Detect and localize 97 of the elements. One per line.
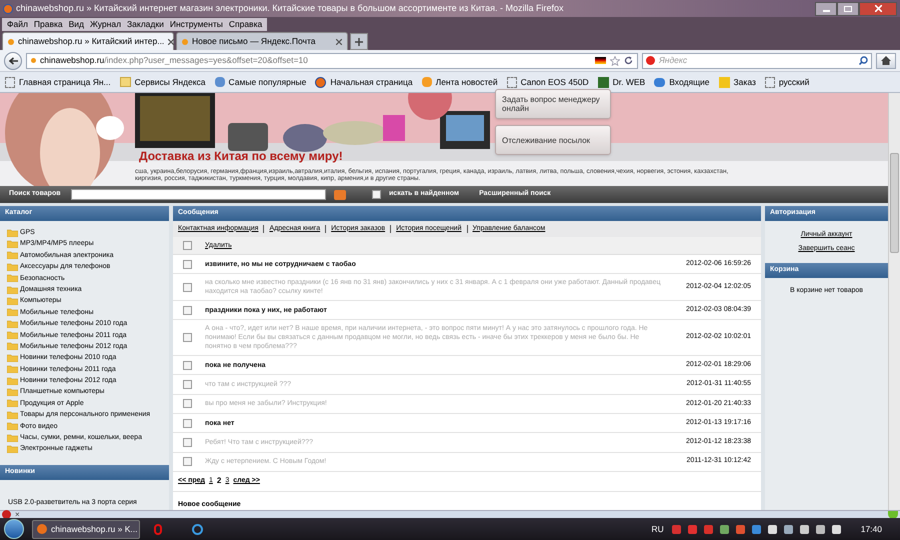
folder-icon xyxy=(7,434,18,442)
menu-item[interactable]: Справка xyxy=(226,18,266,30)
folder-icon xyxy=(7,410,18,419)
taskbar-button[interactable]: chinawebshop.ru » K... xyxy=(32,520,140,538)
folder-icon xyxy=(7,376,18,385)
favicon-icon xyxy=(8,38,14,44)
bookmark-link[interactable]: Входящие xyxy=(669,76,710,88)
reload-icon[interactable] xyxy=(624,56,633,65)
back-button[interactable] xyxy=(4,52,22,70)
close-button[interactable] xyxy=(859,2,897,16)
checkbox[interactable] xyxy=(183,282,192,292)
folder-icon xyxy=(7,444,18,453)
search-icon[interactable] xyxy=(859,56,868,65)
checkbox[interactable] xyxy=(183,457,192,466)
folder-icon xyxy=(7,331,18,340)
bookmark-link[interactable]: Самые популярные xyxy=(228,76,306,88)
checkbox[interactable] xyxy=(183,260,192,269)
banner-button[interactable]: Задать вопрос менеджеру онлайн xyxy=(495,89,611,119)
folder-icon xyxy=(7,320,18,328)
menu-item[interactable]: Инструменты xyxy=(166,18,226,30)
bookmark-icon xyxy=(718,76,730,88)
bookmark-link[interactable]: Dr. WEB xyxy=(612,76,646,88)
banner-slogan: Доставка из Китая по всему миру! xyxy=(138,148,344,165)
checkbox[interactable] xyxy=(183,380,192,389)
firefox-icon xyxy=(3,4,13,14)
home-icon xyxy=(881,56,891,65)
product-search-field[interactable] xyxy=(71,189,326,200)
folder-icon xyxy=(7,422,18,430)
bookmark-icon xyxy=(214,77,225,87)
globe-icon xyxy=(315,76,326,88)
maximize-button[interactable] xyxy=(837,2,859,16)
star-icon[interactable] xyxy=(610,56,620,66)
checkbox[interactable] xyxy=(372,190,381,199)
checkbox[interactable] xyxy=(183,241,192,250)
menu-item[interactable]: Вид xyxy=(66,18,88,30)
language-indicator[interactable]: RU xyxy=(651,522,664,536)
bookmark-link[interactable]: Canon EOS 450D xyxy=(520,76,589,88)
checkbox[interactable] xyxy=(183,360,192,370)
folder-icon xyxy=(7,240,18,248)
close-addon-bar-button[interactable]: × xyxy=(15,510,20,518)
site-icon xyxy=(31,58,36,63)
browser-icon[interactable] xyxy=(192,524,203,534)
checkbox[interactable] xyxy=(183,418,192,428)
folder-icon xyxy=(7,286,18,294)
scrollbar[interactable] xyxy=(888,93,900,510)
browser-tab[interactable]: Новое письмо — Яндекс.Почта xyxy=(176,32,348,50)
folder-icon xyxy=(7,308,18,316)
menu-item[interactable]: Журнал xyxy=(87,18,124,30)
minimize-button[interactable] xyxy=(815,2,837,16)
bookmark-link[interactable]: Главная страница Ян... xyxy=(19,76,111,88)
bookmark-link[interactable]: Лента новостей xyxy=(436,76,498,88)
start-button[interactable] xyxy=(4,519,24,539)
menu-item[interactable]: Закладки xyxy=(124,18,167,30)
folder-icon xyxy=(7,262,18,271)
yandex-icon xyxy=(646,56,655,65)
menu-item[interactable]: Правка xyxy=(30,18,66,30)
close-tab-icon[interactable] xyxy=(336,38,342,44)
bookmark-link[interactable]: русский xyxy=(778,76,810,88)
home-button[interactable] xyxy=(876,52,896,68)
bookmark-link[interactable]: Заказ xyxy=(734,76,756,88)
page-icon xyxy=(764,76,775,88)
address-field[interactable]: chinawebshop.ru/index.php?user_messages=yes&offset=20&offset=10 xyxy=(26,52,638,68)
back-arrow-icon xyxy=(8,56,18,64)
flag-icon xyxy=(595,57,606,64)
menu-item[interactable]: Файл xyxy=(4,18,31,30)
close-icon xyxy=(874,5,882,12)
plus-icon xyxy=(355,38,363,46)
scrollbar-thumb[interactable] xyxy=(890,153,899,253)
search-button[interactable] xyxy=(334,190,346,200)
close-tab-icon[interactable] xyxy=(168,38,174,44)
checkbox[interactable] xyxy=(183,306,192,315)
folder-icon xyxy=(7,342,18,350)
bookmark-link[interactable]: Начальная страница xyxy=(330,76,413,88)
folder-icon xyxy=(7,274,18,282)
browser-tab[interactable]: chinawebshop.ru » Китайский интер... xyxy=(2,32,174,50)
checkbox[interactable] xyxy=(183,438,192,447)
folder-icon xyxy=(7,388,18,396)
opera-icon[interactable] xyxy=(154,524,162,534)
folder-icon xyxy=(7,251,18,260)
folder-icon xyxy=(7,354,18,362)
banner-button[interactable]: Отслеживание посылок xyxy=(495,125,611,155)
folder-icon xyxy=(120,77,131,87)
page-link[interactable]: 2 xyxy=(216,475,222,488)
window-title: chinawebshop.ru » Китайский интернет магазин электроники. Китайские товары в большом ассортименте из Китая. - Mozilla Firefox xyxy=(16,2,564,15)
firefox-icon xyxy=(37,524,47,534)
checkbox[interactable] xyxy=(183,333,192,342)
favicon-icon xyxy=(182,38,188,44)
folder-icon xyxy=(7,399,18,408)
folder-icon xyxy=(7,296,18,305)
bookmark-link[interactable]: Сервисы Яндекса xyxy=(134,76,206,88)
page-icon xyxy=(506,76,517,88)
clock[interactable]: 17:40 xyxy=(860,522,882,536)
new-tab-button[interactable] xyxy=(350,33,368,50)
folder-icon xyxy=(7,228,18,237)
page-icon xyxy=(5,76,15,88)
folder-icon xyxy=(7,365,18,374)
checkbox[interactable] xyxy=(183,399,192,408)
